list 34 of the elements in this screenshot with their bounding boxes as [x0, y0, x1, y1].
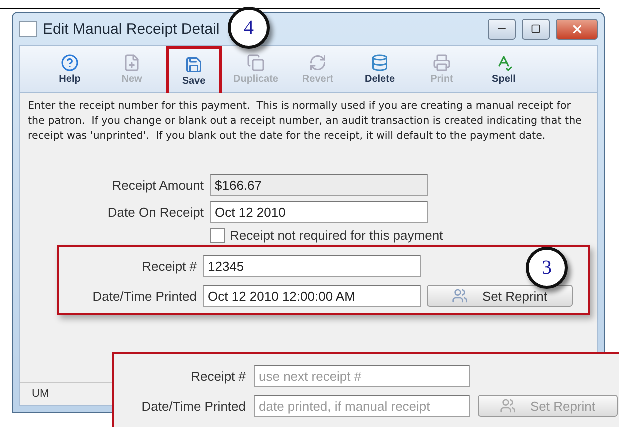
field-label: Date/Time Printed — [140, 398, 246, 414]
app-icon — [19, 21, 37, 37]
status-text: UM — [32, 388, 50, 400]
cylinder-icon — [371, 54, 389, 72]
text-field[interactable]: Oct 12 2010 12:00:00 AM — [203, 285, 421, 307]
new-document-icon — [123, 54, 141, 72]
delete-button[interactable]: Delete — [352, 49, 408, 89]
help-button[interactable]: Help — [42, 49, 98, 89]
field-label: Receipt # — [190, 368, 246, 384]
field-label: Receipt Amount — [111, 178, 204, 192]
printer-icon — [433, 54, 451, 72]
window-title: Edit Manual Receipt Detail — [43, 20, 220, 38]
copy-icon — [247, 54, 265, 72]
instructions-text: Enter the receipt number for this payment. This is normally used if you are creating a manual receipt for the patron. If you change or blank out a receipt number, an audit transaction is created indicating that the receipt was 'unprinted'. If you blank out the date for the receipt, it will default to the payment date. — [28, 99, 583, 144]
text-field[interactable]: 12345 — [203, 255, 421, 277]
help-icon — [61, 54, 79, 72]
spell-button[interactable]: Spell — [476, 49, 532, 89]
maximize-icon — [531, 24, 541, 34]
text-field[interactable]: date printed, if manual receipt — [254, 395, 470, 417]
field-label: Receipt # — [141, 258, 197, 274]
minimize-button[interactable] — [488, 18, 516, 40]
text-field[interactable]: Oct 12 2010 — [210, 201, 428, 223]
people-icon — [452, 288, 468, 304]
maximize-button[interactable] — [522, 18, 550, 40]
text-field[interactable]: use next receipt # — [254, 365, 470, 387]
field-label: Date On Receipt — [106, 204, 204, 220]
text-field[interactable]: $166.67 — [210, 174, 428, 196]
close-button[interactable] — [556, 18, 598, 40]
field-label: Date/Time Printed — [92, 288, 197, 304]
close-icon — [570, 22, 584, 36]
set-reprint-button[interactable]: Set Reprint — [427, 285, 573, 307]
circular-arrows-icon — [309, 54, 327, 72]
checkbox[interactable] — [210, 228, 225, 243]
people-icon — [500, 398, 516, 414]
